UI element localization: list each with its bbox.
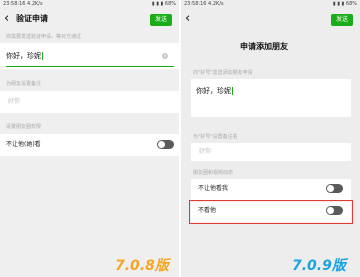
back-arrow-icon[interactable]: ‹	[185, 12, 197, 26]
status-icons: ▮ ▮ ▮ 68%	[151, 1, 176, 7]
back-arrow-icon[interactable]: ‹	[4, 12, 16, 26]
nav-bar: ‹ 发送	[181, 9, 360, 31]
text-caret	[232, 87, 233, 95]
remark-hint: 为朋友设置备注	[6, 81, 42, 87]
remark-hint: 为"好号"设置备注名	[193, 134, 238, 140]
status-bar: 23:58:16 4.2K/s ▮ ▮ ▮ 68%	[0, 0, 179, 8]
toggle-knob	[327, 185, 334, 192]
greeting-field-wrap	[191, 79, 351, 117]
version-label: 7.0.9版	[292, 258, 346, 274]
status-time: 23:58:16 4.2K/s	[3, 1, 43, 7]
send-hint: 向"好号"发送添加朋友申请	[193, 70, 253, 76]
privacy-toggle-1[interactable]	[326, 184, 343, 193]
privacy-toggle[interactable]	[157, 140, 174, 149]
privacy-hint: 设置朋友圈权限	[6, 124, 42, 130]
clear-icon[interactable]: ✕	[162, 53, 168, 59]
highlight-box	[189, 200, 353, 224]
page-title: 验证申请	[16, 14, 48, 23]
greeting-input[interactable]: 你好，珍妮	[196, 86, 233, 96]
greeting-value: 你好，珍妮	[196, 87, 231, 95]
toggle-knob	[158, 141, 165, 148]
send-hint: 你需要发送验证申请，等对方通过	[6, 34, 82, 40]
nav-bar: ‹ 验证申请 发送	[0, 9, 179, 31]
send-button[interactable]: 发送	[150, 14, 172, 26]
privacy-row-1-label: 不让他看我	[198, 185, 229, 192]
privacy-row-label: 不让他(她)看	[6, 141, 41, 148]
remark-field-wrap	[191, 143, 351, 161]
panel-v708: 23:58:16 4.2K/s ▮ ▮ ▮ 68% ‹ 验证申请 发送 你需要发…	[0, 0, 179, 277]
status-time: 23:58:16 4.2K/s	[184, 1, 224, 7]
page-title: 申请添加朋友	[240, 42, 288, 51]
panel-v709: 23:58:16 4.2K/s ▮ ▮ ▮ 68% ‹ 发送 申请添加朋友 向"…	[181, 0, 360, 277]
input-underline	[6, 66, 174, 67]
privacy-hint: 朋友圈和视频动态	[193, 170, 234, 176]
remark-input[interactable]: 好你	[199, 148, 211, 156]
status-icons: ▮ ▮ ▮ 68%	[332, 1, 357, 7]
remark-input[interactable]: 好你	[8, 98, 20, 106]
version-label: 7.0.8版	[115, 258, 169, 274]
status-bar: 23:58:16 4.2K/s ▮ ▮ ▮ 68%	[181, 0, 360, 8]
text-caret	[42, 52, 43, 60]
greeting-value: 你好，珍妮	[6, 52, 41, 60]
remark-field-wrap	[0, 91, 179, 113]
greeting-input[interactable]: 你好，珍妮	[6, 51, 43, 61]
send-button[interactable]: 发送	[331, 14, 353, 26]
comparison-screenshot: 23:58:16 4.2K/s ▮ ▮ ▮ 68% ‹ 验证申请 发送 你需要发…	[0, 0, 360, 277]
